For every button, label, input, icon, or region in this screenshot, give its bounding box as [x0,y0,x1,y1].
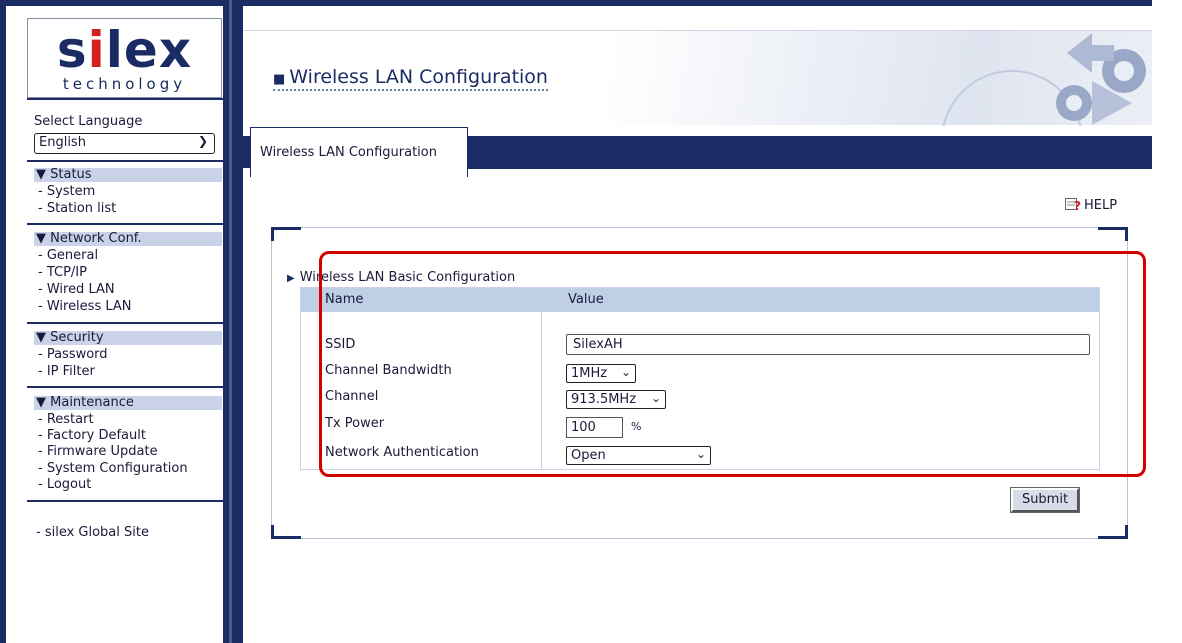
sidebar-item-firmware-update[interactable]: - Firmware Update [38,445,158,459]
highlight-box [319,251,1146,477]
sidebar-separator [27,322,223,324]
sidebar-item-factory-default[interactable]: - Factory Default [38,429,146,443]
help-icon: ? [1065,198,1081,211]
sidebar-item-logout[interactable]: - Logout [38,478,91,492]
page-title: ■ Wireless LAN Configuration [273,66,548,91]
svg-text:?: ? [1074,199,1081,211]
header-decoration-icon [942,33,1146,126]
panel-corner [271,525,301,539]
right-margin [1152,0,1182,643]
sidebar-separator [27,98,223,100]
logo-wordmark: silex [56,21,193,79]
sidebar-item-general[interactable]: - General [38,249,98,263]
tab-wireless-lan-configuration[interactable]: Wireless LAN Configuration [250,127,468,177]
panel-corner [1098,227,1128,241]
sidebar-item-wired-lan[interactable]: - Wired LAN [38,283,115,297]
sidebar-separator [27,223,223,225]
page-header: ■ Wireless LAN Configuration [243,30,1152,126]
sidebar-item-wireless-lan[interactable]: - Wireless LAN [38,300,132,314]
sidebar-item-tcpip[interactable]: - TCP/IP [38,266,87,280]
sidebar-item-station-list[interactable]: - Station list [38,202,116,216]
tab-underline [468,168,1152,169]
sidebar-item-ip-filter[interactable]: - IP Filter [38,365,95,379]
sidebar-divider-line [229,0,232,643]
sidebar-separator [27,160,223,162]
sidebar-header-maintenance[interactable]: ▼ Maintenance [34,396,222,410]
sidebar-divider [223,0,243,643]
sidebar-item-system[interactable]: - System [38,185,95,199]
sidebar [6,6,223,643]
sidebar-separator [27,386,223,388]
sidebar-header-security[interactable]: ▼ Security [34,331,222,345]
panel-corner [271,227,301,241]
sidebar-header-network[interactable]: ▼ Network Conf. [34,232,222,246]
triangle-right-icon: ▶ [287,273,295,284]
silex-logo: silex technology [27,18,222,98]
help-link[interactable]: ? HELP [1065,197,1117,213]
sidebar-item-system-configuration[interactable]: - System Configuration [38,462,188,476]
language-value: English [39,135,86,150]
submit-button[interactable]: Submit [1010,487,1080,513]
chevron-down-icon: ❯ [197,134,208,148]
grid-bullet-icon: ■ [273,72,286,87]
language-select[interactable]: English ❯ [34,133,215,154]
sidebar-link-global-site[interactable]: - silex Global Site [36,526,149,540]
sidebar-separator [27,500,223,502]
sidebar-item-restart[interactable]: - Restart [38,413,94,427]
sidebar-item-password[interactable]: - Password [38,348,108,362]
sidebar-header-status[interactable]: ▼ Status [34,168,222,182]
panel-corner [1098,525,1128,539]
language-label: Select Language [34,114,143,129]
